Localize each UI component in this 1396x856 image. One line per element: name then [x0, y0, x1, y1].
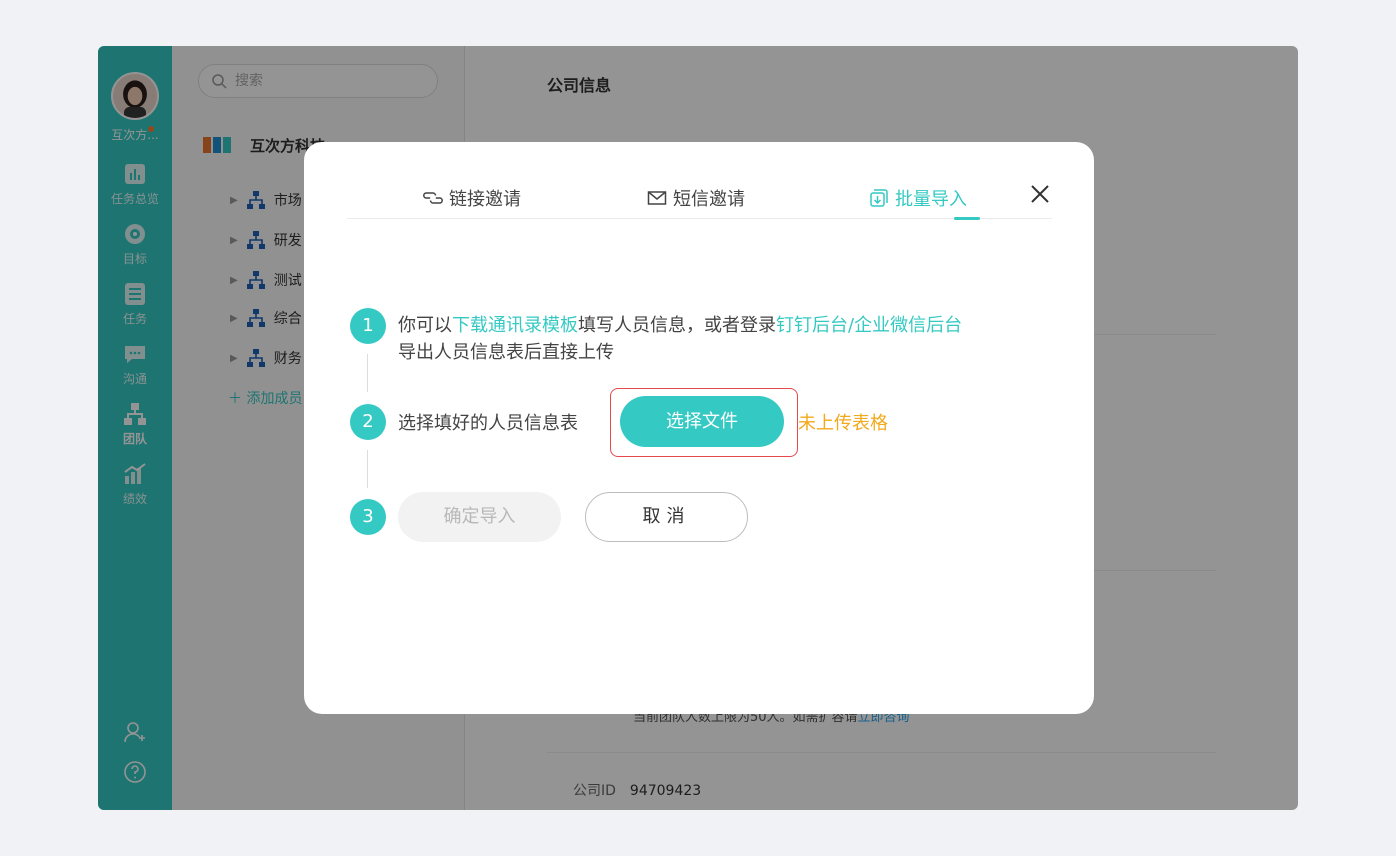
step2-instructions: 选择填好的人员信息表 — [398, 413, 578, 434]
mail-icon — [647, 191, 667, 205]
invite-modal: 链接邀请 短信邀请 批量导入 1 你可以下载通讯录模板填写人员信息，或者登录钉钉… — [304, 142, 1094, 714]
tab-label: 批量导入 — [895, 189, 967, 210]
admin-backend-link[interactable]: 钉钉后台/企业微信后台 — [776, 315, 962, 336]
step1-instructions: 你可以下载通讯录模板填写人员信息，或者登录钉钉后台/企业微信后台 导出人员信息表… — [398, 312, 1058, 366]
tab-link-invite[interactable]: 链接邀请 — [423, 178, 521, 218]
step-connector — [367, 354, 368, 392]
step-number: 2 — [350, 404, 386, 440]
close-icon[interactable] — [1028, 182, 1052, 206]
tab-batch-import[interactable]: 批量导入 — [869, 178, 967, 218]
step-number: 1 — [350, 308, 386, 344]
import-icon — [870, 189, 888, 207]
step1-text-b: 填写人员信息，或者登录 — [578, 315, 776, 336]
confirm-import-button[interactable]: 确定导入 — [398, 492, 561, 542]
tab-label: 链接邀请 — [449, 189, 521, 210]
tab-sms-invite[interactable]: 短信邀请 — [647, 178, 745, 218]
active-tab-indicator — [954, 217, 980, 220]
step1-text-a: 你可以 — [398, 315, 452, 336]
download-template-link[interactable]: 下载通讯录模板 — [452, 315, 578, 336]
cancel-button[interactable]: 取消 — [585, 492, 748, 542]
step-number: 3 — [350, 499, 386, 535]
tab-label: 短信邀请 — [673, 189, 745, 210]
modal-tabs: 链接邀请 短信邀请 批量导入 — [347, 178, 1052, 220]
step-connector — [367, 450, 368, 488]
upload-status: 未上传表格 — [798, 413, 888, 434]
link-icon — [423, 192, 443, 204]
choose-file-button[interactable]: 选择文件 — [620, 396, 784, 447]
step1-text-c: 导出人员信息表后直接上传 — [398, 342, 614, 363]
